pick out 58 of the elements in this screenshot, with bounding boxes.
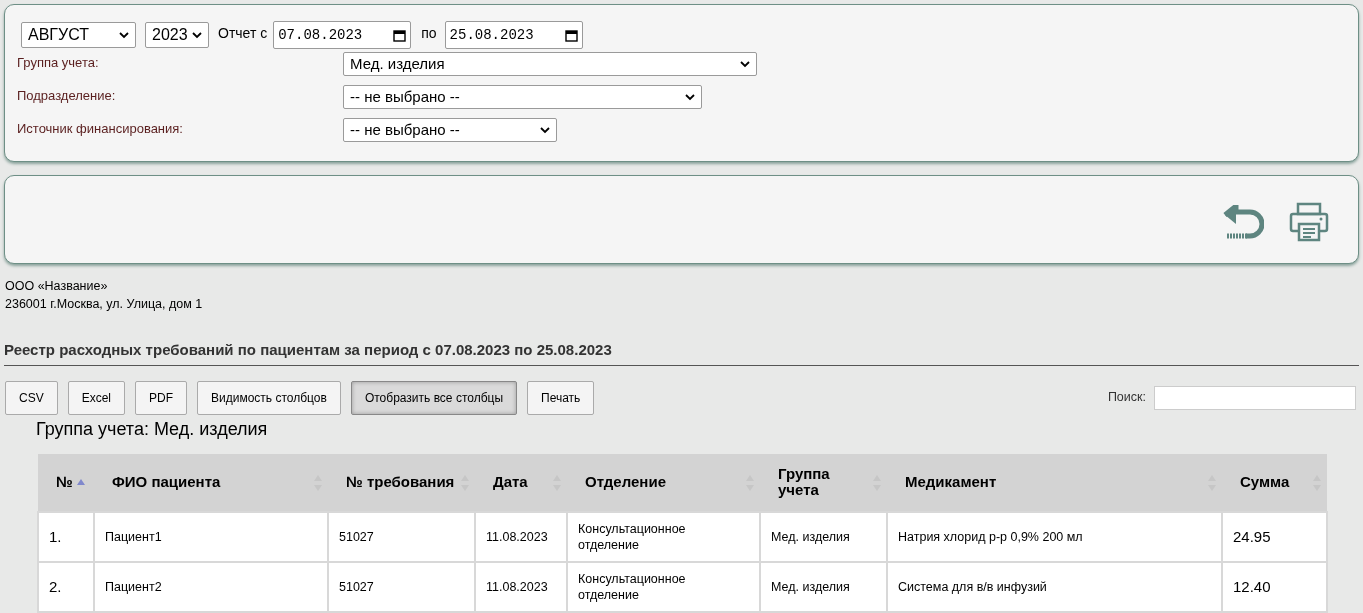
- calendar-icon: [393, 28, 407, 42]
- table-cell: Мед. изделия: [760, 511, 887, 562]
- column-header[interactable]: Дата: [475, 453, 567, 512]
- table-cell: 2.: [38, 561, 94, 612]
- table-cell: Пациент1: [94, 511, 328, 562]
- sort-ascending-icon: [76, 479, 85, 485]
- chevron-down-icon: [192, 31, 202, 39]
- chevron-down-icon: [540, 126, 550, 134]
- field-label: Группа учета:: [17, 54, 100, 72]
- search-field[interactable]: [1154, 385, 1356, 410]
- table-cell: 51027: [328, 511, 475, 562]
- dropdown[interactable]: -- не выбрано --: [343, 85, 702, 109]
- table-cell: Консультационное отделение: [567, 511, 760, 562]
- report-title: Реестр расходных требований по пациентам за период с 07.08.2023 по 25.08.2023: [4, 339, 1359, 366]
- date-from-field[interactable]: 07.08.2023: [273, 21, 412, 49]
- table-cell: Система для в/в инфузий: [887, 561, 1222, 612]
- month-select[interactable]: АВГУСТ: [21, 22, 136, 48]
- field-label: Подразделение:: [17, 87, 117, 105]
- table-cell: Мед. изделия: [760, 561, 887, 612]
- chevron-down-icon: [119, 31, 129, 39]
- column-header[interactable]: Отделение: [567, 453, 760, 512]
- date-to-field[interactable]: 25.08.2023: [444, 21, 583, 49]
- toolbar-button[interactable]: PDF: [135, 380, 188, 415]
- table-cell: 51027: [328, 561, 475, 612]
- table-cell: 11.08.2023: [475, 511, 567, 562]
- toolbar-button[interactable]: Отобразить все столбцы: [350, 380, 518, 415]
- dropdown[interactable]: -- не выбрано --: [343, 118, 557, 142]
- year-select[interactable]: 2023: [145, 22, 209, 48]
- column-header[interactable]: Медикамент: [887, 453, 1222, 512]
- toolbar-button[interactable]: Печать: [527, 380, 595, 415]
- toolbar-button[interactable]: CSV: [5, 380, 58, 415]
- toolbar-button[interactable]: Видимость столбцов: [197, 380, 341, 415]
- search-label: Поиск:: [1107, 389, 1146, 407]
- toolbar-button[interactable]: Excel: [67, 380, 126, 415]
- field-label: Источник финансирования:: [17, 120, 184, 138]
- table-cell: 1.: [38, 511, 94, 562]
- report-from-label: Отчет с: [218, 23, 268, 43]
- column-header[interactable]: Группа учета: [760, 453, 887, 512]
- table-cell: 24.95: [1222, 511, 1327, 562]
- calendar-icon: [564, 28, 578, 42]
- undo-icon[interactable]: [1223, 204, 1264, 239]
- column-header[interactable]: №: [38, 453, 94, 512]
- group-heading: Группа учета: Мед. изделия: [36, 418, 269, 439]
- date-to-label: по: [421, 23, 437, 43]
- column-header[interactable]: № требования: [328, 453, 475, 512]
- table-cell: 12.40: [1222, 561, 1327, 612]
- organization-name: ООО «Название»: [5, 278, 109, 295]
- dropdown[interactable]: Мед. изделия: [343, 52, 757, 76]
- column-header[interactable]: ФИО пациента: [94, 453, 328, 512]
- organization-address: 236001 г.Москва, ул. Улица, дом 1: [5, 296, 204, 313]
- table-cell: Пациент2: [94, 561, 328, 612]
- chevron-down-icon: [685, 93, 695, 101]
- table-cell: 11.08.2023: [475, 561, 567, 612]
- table-cell: Консультационное отделение: [567, 561, 760, 612]
- chevron-down-icon: [740, 60, 750, 68]
- column-header[interactable]: Сумма: [1222, 453, 1327, 512]
- table-cell: Натрия хлорид р-р 0,9% 200 мл: [887, 511, 1222, 562]
- printer-icon[interactable]: [1289, 201, 1329, 242]
